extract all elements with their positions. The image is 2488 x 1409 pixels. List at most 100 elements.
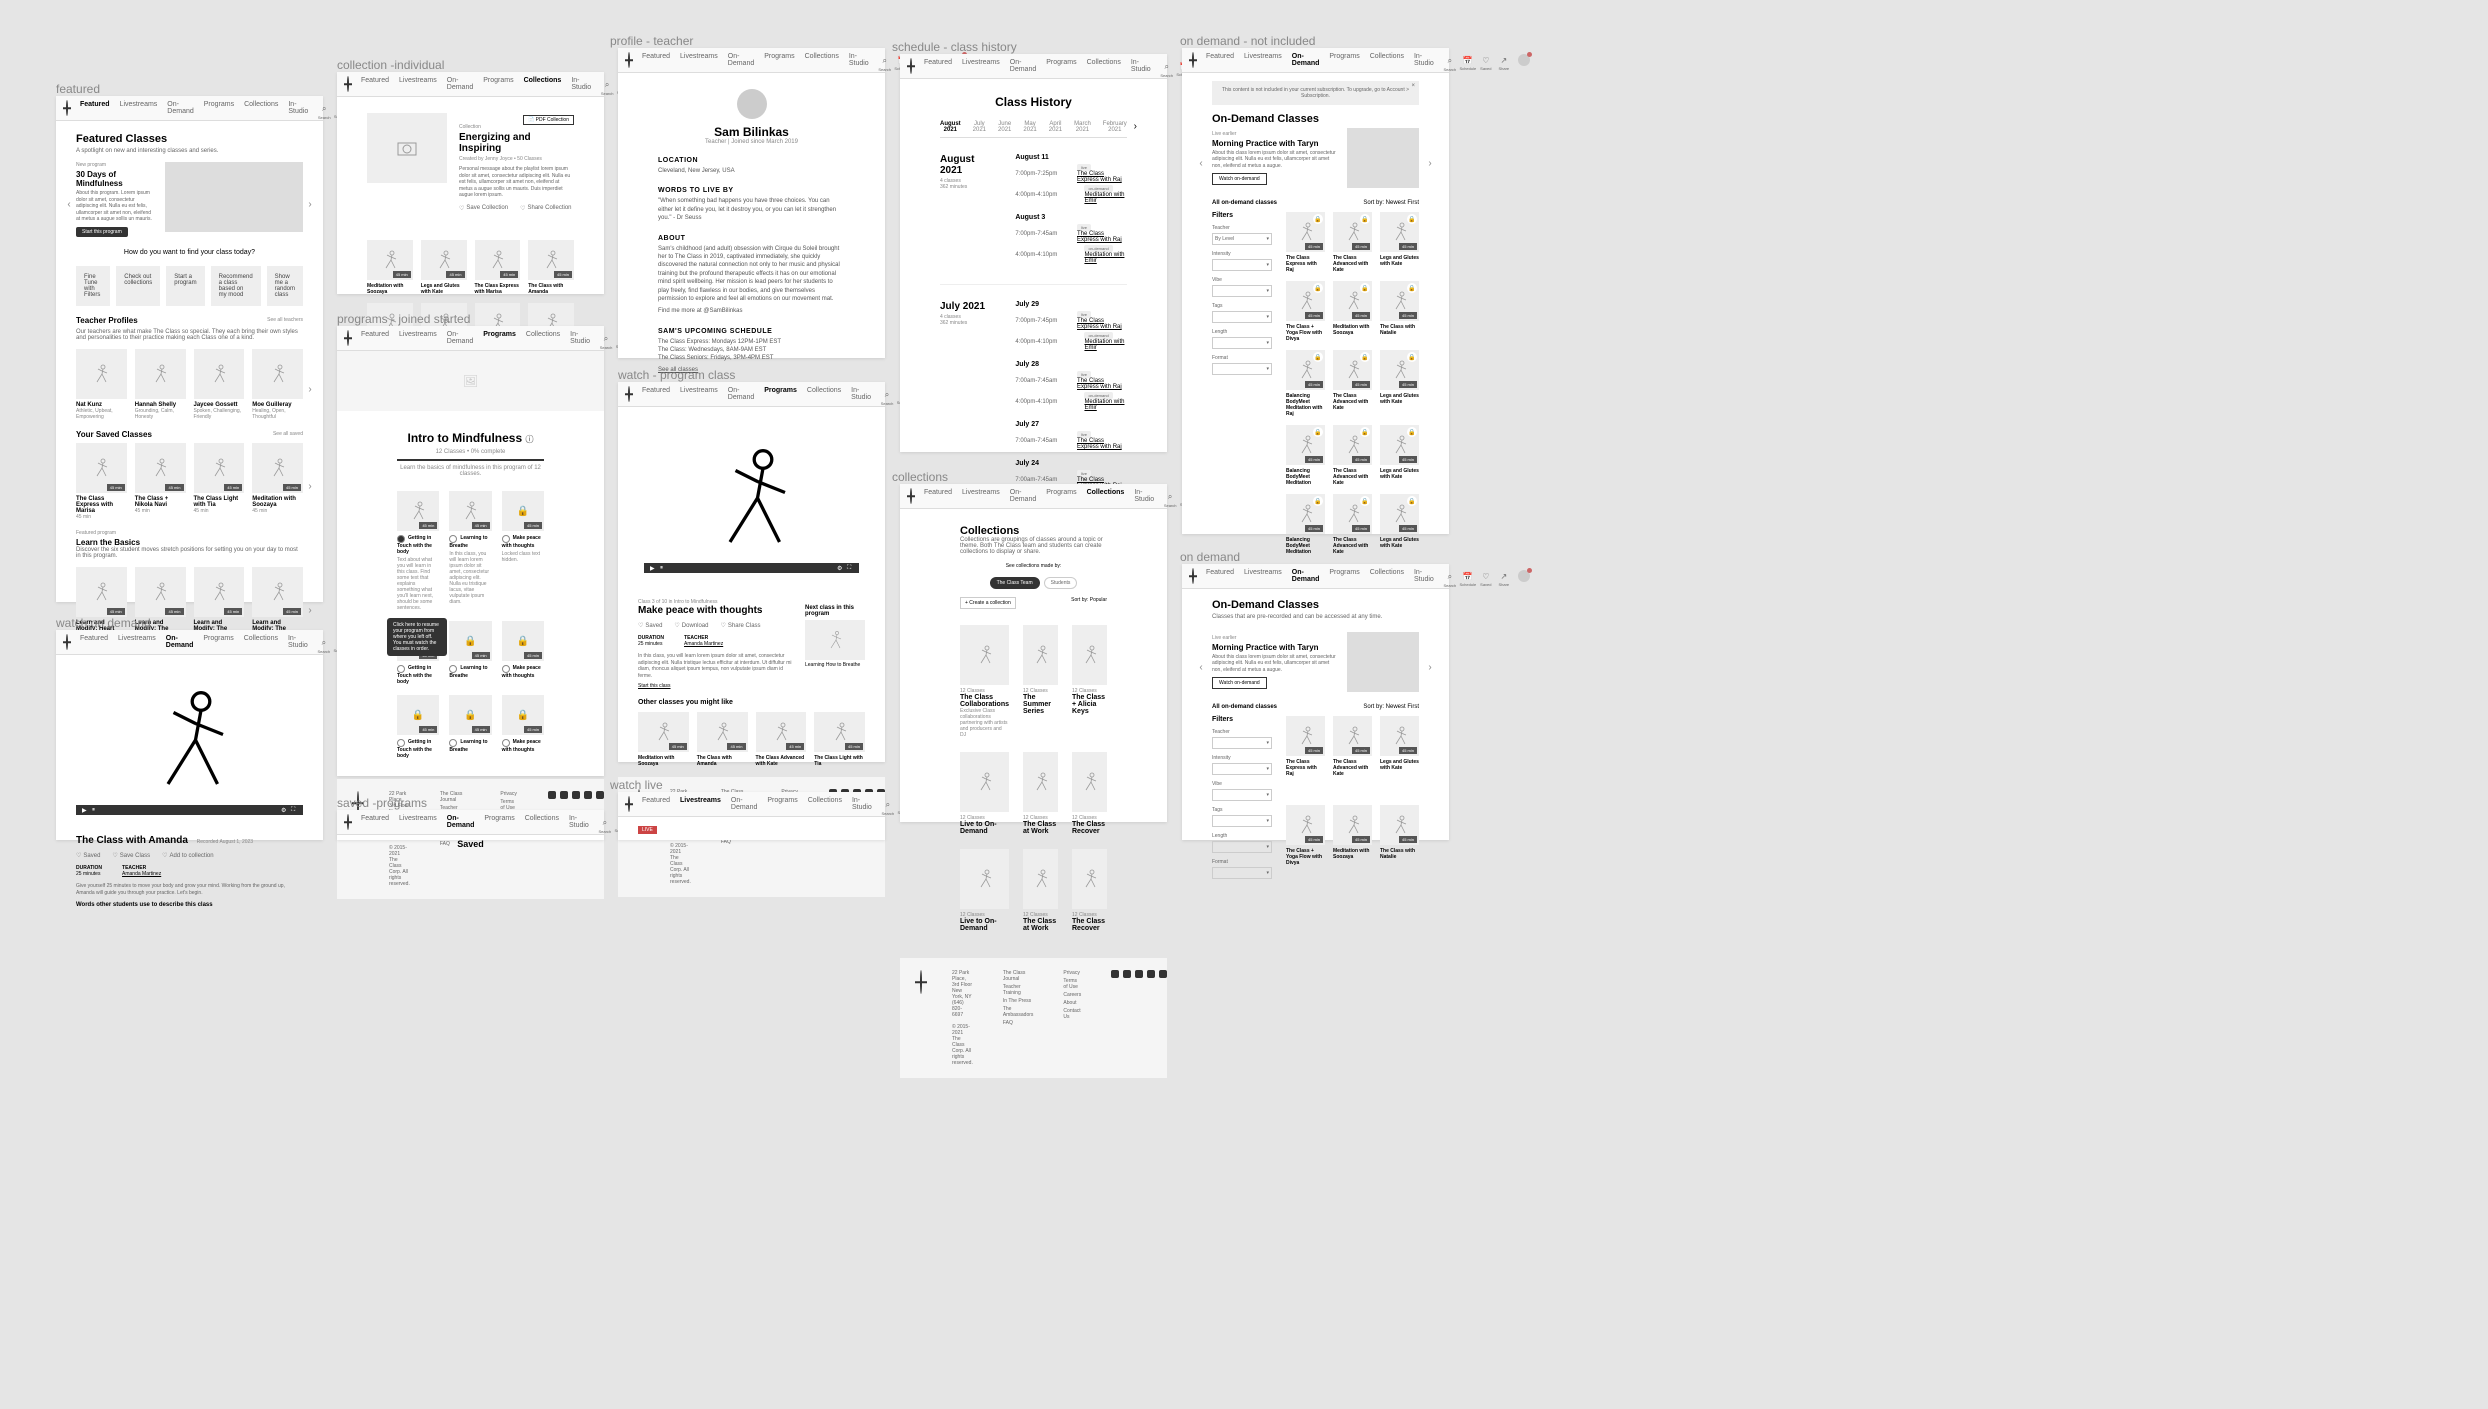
collection-card[interactable]: 12 ClassesThe Summer Series <box>1023 625 1058 738</box>
filter-length[interactable]: Length▾ <box>1212 329 1272 349</box>
class-card[interactable]: 45 minThe Class Advanced with Kate <box>1333 716 1372 797</box>
schedule-icon[interactable]: 📅Schedule <box>1464 56 1472 64</box>
create-button[interactable]: + Create a collection <box>960 597 1016 609</box>
class-card[interactable]: 45 minThe Class Light with Tia <box>814 712 865 767</box>
nav-item-collections[interactable]: Collections <box>807 387 841 401</box>
nav-item-on-demand[interactable]: On-Demand <box>447 77 473 91</box>
class-card[interactable]: 45 minThe Class Advanced with Kate <box>756 712 807 767</box>
search-icon[interactable]: ⌕Search <box>320 104 328 112</box>
collection-card[interactable]: 12 ClassesThe Class Recover <box>1072 752 1107 835</box>
cta-box[interactable]: Recommend a class based on my mood <box>211 266 261 306</box>
video-area[interactable] <box>76 675 303 805</box>
nav-item-on-demand[interactable]: On-Demand <box>728 53 754 67</box>
collection-card[interactable]: 12 ClassesLive to On-Demand <box>960 752 1009 835</box>
class-card[interactable]: 🔒45 minThe Class Advanced with Kate <box>1333 425 1372 486</box>
class-name-link[interactable]: Meditation with Emir <box>1084 399 1124 411</box>
nav-item-in-studio[interactable]: In-Studio <box>288 635 308 649</box>
nav-item-featured[interactable]: Featured <box>642 53 670 67</box>
nav-item-on-demand[interactable]: On-Demand <box>167 101 193 115</box>
saved-icon[interactable]: ♡Saved <box>1482 56 1490 64</box>
social-icon[interactable] <box>596 791 604 799</box>
class-card[interactable]: 45 minLegs and Glutes with Kate <box>1380 716 1419 797</box>
nav-item-in-studio[interactable]: In-Studio <box>1134 489 1154 503</box>
nav-item-featured[interactable]: Featured <box>1206 569 1234 583</box>
teacher-card[interactable]: Moe GuillerayHealing, Open, Thoughtful <box>252 349 303 420</box>
nav-item-collections[interactable]: Collections <box>525 815 559 829</box>
nav-item-collections[interactable]: Collections <box>1370 569 1404 583</box>
footer-link[interactable]: FAQ <box>1003 1020 1034 1026</box>
nav-item-on-demand[interactable]: On-Demand <box>447 815 475 829</box>
class-card[interactable]: 45 minThe Class Light with Tia45 min <box>194 443 245 520</box>
filter-select[interactable]: ▾ <box>1212 841 1272 853</box>
social-icon[interactable] <box>1159 970 1167 978</box>
nav-item-in-studio[interactable]: In-Studio <box>849 53 869 67</box>
nav-item-in-studio[interactable]: In-Studio <box>1414 569 1434 583</box>
class-card[interactable]: 🔒45 minLegs and Glutes with Kate <box>1380 212 1419 273</box>
nav-item-collections[interactable]: Collections <box>244 635 278 649</box>
filter-select[interactable]: ▾ <box>1212 789 1272 801</box>
class-card[interactable]: 🔒45 minBalancing BodyMeet Meditation wit… <box>1286 350 1325 417</box>
month-tab[interactable]: March2021 <box>1074 121 1091 133</box>
arrow-right-icon[interactable]: › <box>1134 121 1137 132</box>
nav-item-in-studio[interactable]: In-Studio <box>852 797 872 811</box>
nav-item-on-demand[interactable]: On-Demand <box>731 797 757 811</box>
logo-icon[interactable] <box>628 386 630 402</box>
social-icon[interactable] <box>1123 970 1131 978</box>
class-card[interactable]: 45 minThe Class with Amanda <box>528 240 574 295</box>
program-item[interactable]: 45 minGetting in Touch with the bodyText… <box>397 491 439 611</box>
month-tab[interactable]: August2021 <box>940 121 961 133</box>
class-card[interactable]: 🔒45 minBalancing BodyMeet Meditation <box>1286 425 1325 486</box>
action-saved[interactable]: ♡ Saved <box>638 622 662 629</box>
nav-item-livestreams[interactable]: Livestreams <box>120 101 158 115</box>
nav-item-in-studio[interactable]: In-Studio <box>569 815 589 829</box>
saved-icon[interactable]: ♡Saved <box>1482 572 1490 580</box>
class-name-link[interactable]: Meditation with Emir <box>1084 192 1124 204</box>
logo-icon[interactable] <box>910 488 912 504</box>
sort-select[interactable]: Sort by: Popular <box>1071 597 1107 609</box>
collection-card[interactable]: 12 ClassesThe Class at Work <box>1023 752 1058 835</box>
logo-icon[interactable] <box>66 634 68 650</box>
nav-item-collections[interactable]: Collections <box>808 797 842 811</box>
class-name-link[interactable]: The Class Express with Raj <box>1077 171 1122 183</box>
action-share-collection[interactable]: ♡ Share Collection <box>520 205 571 212</box>
collection-card[interactable]: 12 ClassesLive to On-Demand <box>960 849 1009 932</box>
logo-icon[interactable] <box>1192 568 1194 584</box>
share-icon[interactable]: ↗Share <box>1500 56 1508 64</box>
nav-item-in-studio[interactable]: In-Studio <box>1131 59 1151 73</box>
nav-item-programs[interactable]: Programs <box>764 53 794 67</box>
class-card[interactable]: 45 minThe Class Express with Marisa <box>475 240 521 295</box>
hero-cta[interactable]: Start this program <box>76 227 128 237</box>
filter-vibe[interactable]: Vibe▾ <box>1212 277 1272 297</box>
class-card[interactable]: 45 minMeditation with Soozaya <box>367 240 413 295</box>
social-icon[interactable] <box>572 791 580 799</box>
nav-item-on-demand[interactable]: On-Demand <box>447 331 473 345</box>
nav-item-livestreams[interactable]: Livestreams <box>399 77 437 91</box>
footer-link[interactable]: Privacy <box>500 791 518 797</box>
logo-icon[interactable] <box>920 970 922 994</box>
class-card[interactable]: 🔒45 minThe Class Advanced with Kate <box>1333 212 1372 273</box>
class-card[interactable]: 45 minLegs and Glutes with Kate <box>421 240 467 295</box>
social-icon[interactable] <box>584 791 592 799</box>
social-icon[interactable] <box>1147 970 1155 978</box>
class-card[interactable]: 🔒45 minBalancing BodyMeet Meditation <box>1286 494 1325 555</box>
social-icon[interactable] <box>560 791 568 799</box>
logo-icon[interactable] <box>66 100 68 116</box>
filter-tags[interactable]: Tags▾ <box>1212 807 1272 827</box>
filter-select[interactable]: ▾ <box>1212 285 1272 297</box>
action-add-to-collection[interactable]: ♡ Add to collection <box>162 852 213 859</box>
nav-item-programs[interactable]: Programs <box>203 635 233 649</box>
filter-select[interactable]: ▾ <box>1212 311 1272 323</box>
sort-select[interactable]: Sort by: Newest First <box>1363 704 1419 710</box>
class-card[interactable]: 45 minMeditation with Soozaya <box>638 712 689 767</box>
class-card[interactable]: 45 minThe Class + Yoga Flow with Divya <box>1286 805 1325 886</box>
social-icon[interactable] <box>548 791 556 799</box>
video-controls[interactable]: ▶⏸⚙⛶ <box>76 805 303 815</box>
nav-item-collections[interactable]: Collections <box>244 101 278 115</box>
cta-box[interactable]: Start a program <box>166 266 204 306</box>
nav-item-livestreams[interactable]: Livestreams <box>680 387 718 401</box>
class-name-link[interactable]: The Class Express with Raj <box>1077 438 1122 450</box>
cta-box[interactable]: Fine Tune with Filters <box>76 266 110 306</box>
nav-item-featured[interactable]: Featured <box>642 387 670 401</box>
nav-item-featured[interactable]: Featured <box>361 77 389 91</box>
nav-item-programs[interactable]: Programs <box>767 797 797 811</box>
